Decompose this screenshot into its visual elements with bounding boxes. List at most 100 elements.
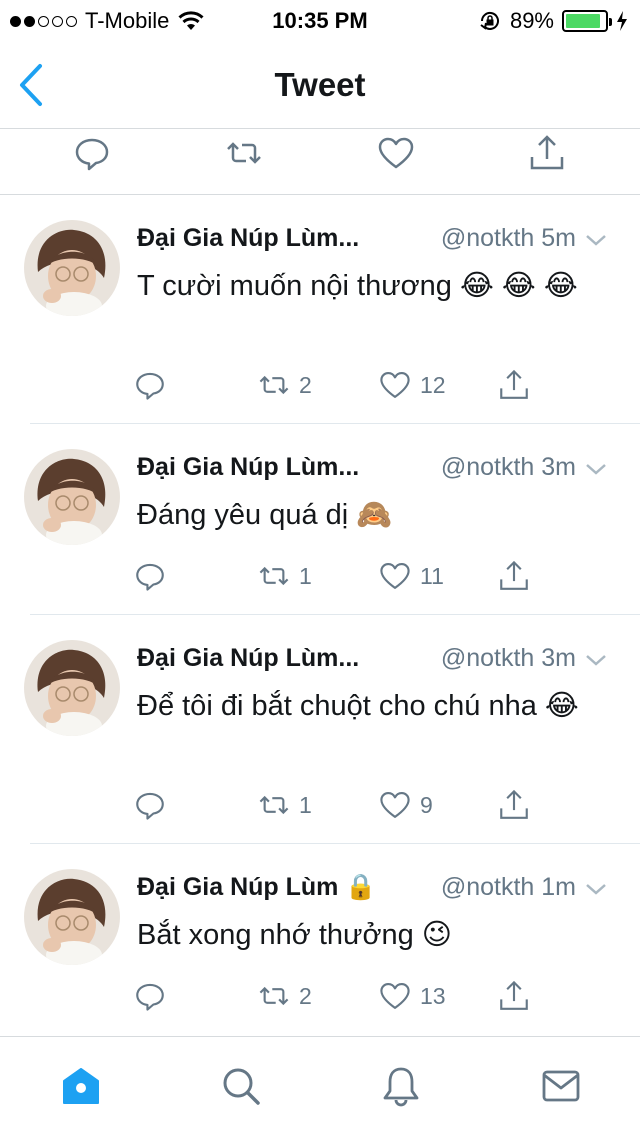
status-bar: T-Mobile 10:35 PM 89% — [0, 0, 640, 40]
retweet-button[interactable]: 1 — [257, 788, 312, 822]
main-tweet-actions — [0, 129, 640, 195]
retweet-count: 1 — [299, 562, 312, 589]
like-count: 12 — [420, 371, 446, 398]
retweet-icon — [259, 986, 289, 1006]
avatar-image — [24, 449, 120, 545]
reply-icon — [136, 983, 164, 1011]
reply-button[interactable] — [133, 788, 167, 822]
avatar[interactable] — [24, 869, 120, 965]
handle-and-time: @notkth 5m — [440, 224, 576, 252]
search-icon — [223, 1068, 260, 1105]
retweet-button[interactable]: 2 — [257, 368, 312, 402]
share-button[interactable] — [497, 559, 531, 593]
reply-icon — [136, 563, 164, 591]
share-button[interactable] — [497, 368, 531, 402]
heart-icon — [380, 983, 410, 1009]
tweet-text: Bắt xong nhớ thưởng 😉 — [137, 919, 453, 951]
reply-icon — [136, 372, 164, 400]
tweet-text: Để tôi đi bắt chuột cho chú nha 😂 — [137, 690, 579, 722]
display-name[interactable]: Đại Gia Núp Lùm... — [137, 224, 359, 253]
avatar-image — [24, 869, 120, 965]
share-button[interactable] — [527, 133, 567, 173]
page-title: Tweet — [274, 66, 366, 103]
tab-messages[interactable] — [540, 1065, 582, 1107]
retweet-icon — [259, 795, 289, 815]
tweet-actions: 1 9 — [0, 788, 640, 828]
reply-tweet[interactable]: Đại Gia Núp Lùm... @notkth 5m T cười muố… — [0, 196, 640, 424]
share-icon — [500, 560, 528, 590]
reply-tweet[interactable]: Đại Gia Núp Lùm... @notkth 3m Đáng yêu q… — [0, 425, 640, 615]
retweet-button[interactable]: 1 — [257, 559, 312, 593]
tab-search[interactable] — [220, 1065, 262, 1107]
rotation-lock-icon — [480, 12, 499, 30]
like-count: 11 — [420, 562, 444, 589]
battery-icon — [562, 10, 612, 32]
tab-notifications[interactable] — [380, 1065, 422, 1107]
like-button[interactable]: 11 — [378, 559, 444, 593]
reply-tweet[interactable]: Đại Gia Núp Lùm... @notkth 3m Để tôi đi … — [0, 616, 640, 844]
handle-and-time: @notkth 3m — [440, 644, 576, 672]
tweet-actions: 1 11 — [0, 559, 640, 599]
like-count: 13 — [420, 982, 446, 1009]
bell-icon — [383, 1067, 419, 1107]
retweet-count: 2 — [299, 982, 312, 1009]
reply-button[interactable] — [72, 133, 112, 173]
like-button[interactable] — [376, 133, 416, 173]
tweet-actions: 2 13 — [0, 979, 640, 1019]
retweet-button[interactable]: 2 — [257, 979, 312, 1013]
tab-bar — [0, 1036, 640, 1136]
charging-bolt-icon — [617, 11, 627, 31]
divider — [30, 614, 640, 615]
avatar-image — [24, 640, 120, 736]
share-icon — [500, 789, 528, 819]
reply-icon — [136, 792, 164, 820]
tweet-text: T cười muốn nội thương 😂 😂 😂 — [137, 270, 578, 302]
share-icon — [500, 980, 528, 1010]
retweet-icon — [259, 566, 289, 586]
reply-button[interactable] — [133, 979, 167, 1013]
share-button[interactable] — [497, 788, 531, 822]
display-name[interactable]: Đại Gia Núp Lùm 🔒 — [137, 873, 376, 902]
handle-and-time: @notkth 3m — [440, 453, 576, 481]
mail-icon — [542, 1070, 580, 1102]
reply-tweet[interactable]: Đại Gia Núp Lùm 🔒 @notkth 1m Bắt xong nh… — [0, 845, 640, 1035]
share-icon — [500, 369, 528, 399]
divider — [30, 843, 640, 844]
chevron-down-icon[interactable] — [584, 457, 608, 481]
like-button[interactable]: 9 — [378, 788, 433, 822]
avatar[interactable] — [24, 220, 120, 316]
reply-button[interactable] — [133, 368, 167, 402]
chevron-down-icon[interactable] — [584, 228, 608, 252]
handle-and-time: @notkth 1m — [440, 873, 576, 901]
heart-icon — [380, 792, 410, 818]
tab-home[interactable] — [60, 1065, 102, 1107]
like-count: 9 — [420, 791, 433, 818]
like-button[interactable]: 13 — [378, 979, 446, 1013]
chevron-down-icon[interactable] — [584, 877, 608, 901]
tweet-actions: 2 12 — [0, 368, 640, 408]
display-name[interactable]: Đại Gia Núp Lùm... — [137, 453, 359, 482]
home-icon — [63, 1068, 99, 1104]
avatar-image — [24, 220, 120, 316]
retweet-count: 1 — [299, 791, 312, 818]
reply-icon — [75, 138, 109, 171]
avatar[interactable] — [24, 640, 120, 736]
retweet-icon — [259, 375, 289, 395]
heart-icon — [380, 372, 410, 398]
like-button[interactable]: 12 — [378, 368, 446, 402]
retweet-icon — [227, 142, 261, 164]
reply-button[interactable] — [133, 559, 167, 593]
status-right: 89% — [478, 8, 628, 34]
share-icon — [530, 135, 564, 170]
battery-percent: 89% — [509, 8, 554, 33]
tweet-text: Đáng yêu quá dị 🙈 — [137, 499, 393, 531]
divider — [30, 423, 640, 424]
share-button[interactable] — [497, 979, 531, 1013]
display-name[interactable]: Đại Gia Núp Lùm... — [137, 644, 359, 673]
heart-icon — [378, 137, 414, 169]
battery-fill — [566, 14, 600, 28]
retweet-button[interactable] — [224, 133, 264, 173]
heart-icon — [380, 563, 410, 589]
chevron-down-icon[interactable] — [584, 648, 608, 672]
avatar[interactable] — [24, 449, 120, 545]
